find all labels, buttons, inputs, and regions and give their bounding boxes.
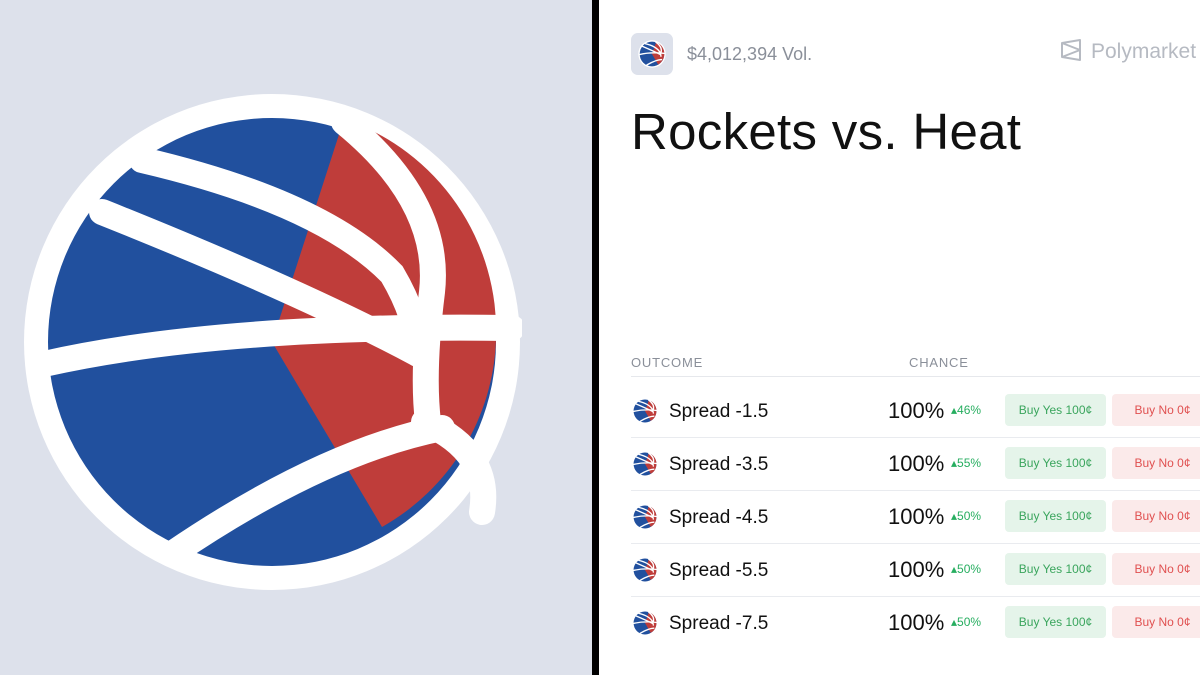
chance-change: ▴50% — [951, 509, 982, 523]
buy-no-button[interactable]: Buy No 0¢ — [1112, 553, 1200, 585]
buy-yes-button[interactable]: Buy Yes 100¢ — [1005, 606, 1106, 638]
market-avatar[interactable] — [631, 33, 673, 75]
buy-no-button[interactable]: Buy No 0¢ — [1112, 606, 1200, 638]
basketball-icon — [638, 40, 666, 68]
chance-value: 100% — [888, 451, 945, 476]
basketball-logo-icon — [24, 94, 522, 590]
basketball-icon — [632, 504, 658, 530]
outcome-row[interactable]: Spread -7.5 100% ▴50% Buy Yes 100¢ Buy No 0¢ — [631, 597, 1200, 650]
buy-no-button[interactable]: Buy No 0¢ — [1112, 500, 1200, 532]
outcome-row[interactable]: Spread -1.5 100% ▴46% Buy Yes 100¢ Buy No 0¢ — [631, 385, 1200, 438]
left-panel — [0, 0, 592, 675]
polymarket-logo-icon — [1061, 39, 1081, 61]
brand-name: Polymarket — [1091, 40, 1197, 63]
basketball-icon — [632, 557, 658, 583]
outcome-label: Spread -7.5 — [669, 613, 769, 634]
header-divider — [631, 376, 1200, 377]
outcome-label: Spread -4.5 — [669, 507, 769, 528]
panel-divider — [592, 0, 599, 675]
basketball-icon — [632, 610, 658, 636]
chance-change: ▴46% — [951, 403, 982, 417]
chance-change: ▴55% — [951, 456, 982, 470]
column-header-chance: CHANCE — [909, 355, 969, 370]
basketball-icon — [632, 398, 658, 424]
basketball-icon — [632, 451, 658, 477]
buy-no-button[interactable]: Buy No 0¢ — [1112, 447, 1200, 479]
outcome-row[interactable]: Spread -5.5 100% ▴50% Buy Yes 100¢ Buy No 0¢ — [631, 544, 1200, 597]
buy-no-button[interactable]: Buy No 0¢ — [1112, 394, 1200, 426]
outcome-row[interactable]: Spread -3.5 100% ▴55% Buy Yes 100¢ Buy No 0¢ — [631, 438, 1200, 491]
event-title: Rockets vs. Heat — [631, 103, 1022, 160]
chance-change: ▴50% — [951, 562, 982, 576]
outcome-label: Spread -1.5 — [669, 401, 769, 422]
volume-text: $4,012,394 Vol. — [687, 44, 813, 64]
chance-change: ▴50% — [951, 615, 982, 629]
buy-yes-button[interactable]: Buy Yes 100¢ — [1005, 553, 1106, 585]
buy-yes-button[interactable]: Buy Yes 100¢ — [1005, 500, 1106, 532]
chance-value: 100% — [888, 504, 945, 529]
chance-value: 100% — [888, 610, 945, 635]
buy-yes-button[interactable]: Buy Yes 100¢ — [1005, 394, 1106, 426]
outcome-row[interactable]: Spread -4.5 100% ▴50% Buy Yes 100¢ Buy No 0¢ — [631, 491, 1200, 544]
chance-value: 100% — [888, 557, 945, 582]
polymarket-logo[interactable]: Polymarket — [1059, 38, 1196, 64]
buy-yes-button[interactable]: Buy Yes 100¢ — [1005, 447, 1106, 479]
chance-value: 100% — [888, 398, 945, 423]
outcome-label: Spread -5.5 — [669, 560, 769, 581]
market-panel: $4,012,394 Vol. Polymarket Rockets vs. H… — [599, 0, 1200, 675]
column-header-outcome: OUTCOME — [631, 355, 704, 370]
outcome-label: Spread -3.5 — [669, 454, 769, 475]
